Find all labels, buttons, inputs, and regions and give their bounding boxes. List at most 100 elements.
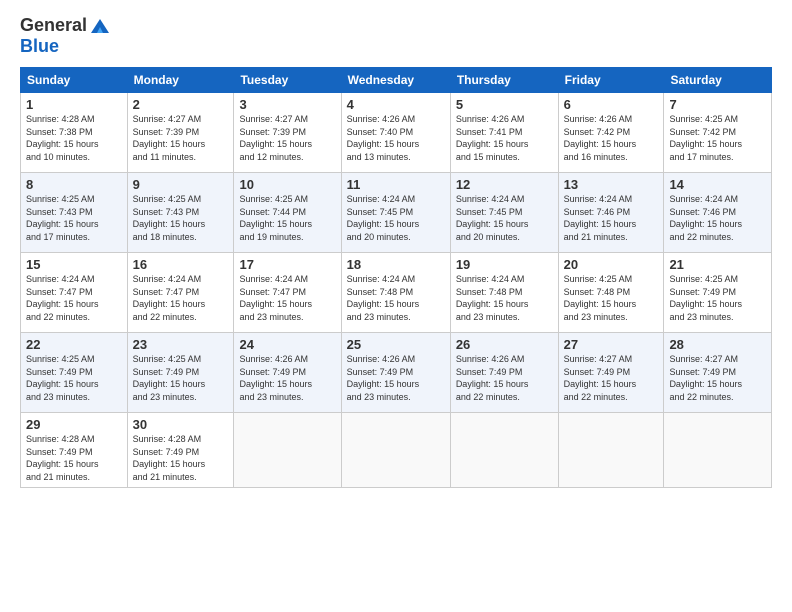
- calendar-header-sunday: Sunday: [21, 68, 128, 93]
- calendar-header-row: SundayMondayTuesdayWednesdayThursdayFrid…: [21, 68, 772, 93]
- calendar-cell: 19Sunrise: 4:24 AM Sunset: 7:48 PM Dayli…: [450, 253, 558, 333]
- calendar-cell: [558, 413, 664, 488]
- logo-icon: [89, 15, 111, 37]
- calendar-cell: 27Sunrise: 4:27 AM Sunset: 7:49 PM Dayli…: [558, 333, 664, 413]
- calendar-cell: 21Sunrise: 4:25 AM Sunset: 7:49 PM Dayli…: [664, 253, 772, 333]
- day-info: Sunrise: 4:26 AM Sunset: 7:49 PM Dayligh…: [239, 353, 335, 403]
- day-number: 25: [347, 337, 445, 352]
- day-info: Sunrise: 4:25 AM Sunset: 7:49 PM Dayligh…: [26, 353, 122, 403]
- day-number: 30: [133, 417, 229, 432]
- calendar-table: SundayMondayTuesdayWednesdayThursdayFrid…: [20, 67, 772, 488]
- calendar-cell: 15Sunrise: 4:24 AM Sunset: 7:47 PM Dayli…: [21, 253, 128, 333]
- day-info: Sunrise: 4:26 AM Sunset: 7:41 PM Dayligh…: [456, 113, 553, 163]
- day-info: Sunrise: 4:26 AM Sunset: 7:42 PM Dayligh…: [564, 113, 659, 163]
- day-number: 15: [26, 257, 122, 272]
- day-info: Sunrise: 4:26 AM Sunset: 7:49 PM Dayligh…: [347, 353, 445, 403]
- calendar-cell: [341, 413, 450, 488]
- calendar-week-row: 22Sunrise: 4:25 AM Sunset: 7:49 PM Dayli…: [21, 333, 772, 413]
- day-info: Sunrise: 4:24 AM Sunset: 7:46 PM Dayligh…: [564, 193, 659, 243]
- day-number: 2: [133, 97, 229, 112]
- calendar-cell: 1Sunrise: 4:28 AM Sunset: 7:38 PM Daylig…: [21, 93, 128, 173]
- day-info: Sunrise: 4:26 AM Sunset: 7:40 PM Dayligh…: [347, 113, 445, 163]
- calendar-cell: [234, 413, 341, 488]
- calendar-header-tuesday: Tuesday: [234, 68, 341, 93]
- day-number: 8: [26, 177, 122, 192]
- calendar-cell: 13Sunrise: 4:24 AM Sunset: 7:46 PM Dayli…: [558, 173, 664, 253]
- day-number: 22: [26, 337, 122, 352]
- calendar-cell: 8Sunrise: 4:25 AM Sunset: 7:43 PM Daylig…: [21, 173, 128, 253]
- day-number: 13: [564, 177, 659, 192]
- calendar-cell: 14Sunrise: 4:24 AM Sunset: 7:46 PM Dayli…: [664, 173, 772, 253]
- day-number: 29: [26, 417, 122, 432]
- calendar-header-monday: Monday: [127, 68, 234, 93]
- day-number: 16: [133, 257, 229, 272]
- calendar-header-thursday: Thursday: [450, 68, 558, 93]
- day-number: 28: [669, 337, 766, 352]
- day-info: Sunrise: 4:25 AM Sunset: 7:43 PM Dayligh…: [133, 193, 229, 243]
- calendar-cell: 16Sunrise: 4:24 AM Sunset: 7:47 PM Dayli…: [127, 253, 234, 333]
- day-number: 3: [239, 97, 335, 112]
- calendar-header-wednesday: Wednesday: [341, 68, 450, 93]
- day-number: 19: [456, 257, 553, 272]
- calendar-header-saturday: Saturday: [664, 68, 772, 93]
- day-info: Sunrise: 4:24 AM Sunset: 7:47 PM Dayligh…: [239, 273, 335, 323]
- day-info: Sunrise: 4:25 AM Sunset: 7:44 PM Dayligh…: [239, 193, 335, 243]
- day-info: Sunrise: 4:27 AM Sunset: 7:39 PM Dayligh…: [239, 113, 335, 163]
- calendar-cell: 17Sunrise: 4:24 AM Sunset: 7:47 PM Dayli…: [234, 253, 341, 333]
- day-number: 23: [133, 337, 229, 352]
- day-info: Sunrise: 4:24 AM Sunset: 7:47 PM Dayligh…: [133, 273, 229, 323]
- day-number: 9: [133, 177, 229, 192]
- calendar-cell: 7Sunrise: 4:25 AM Sunset: 7:42 PM Daylig…: [664, 93, 772, 173]
- day-info: Sunrise: 4:24 AM Sunset: 7:48 PM Dayligh…: [456, 273, 553, 323]
- calendar-week-row: 1Sunrise: 4:28 AM Sunset: 7:38 PM Daylig…: [21, 93, 772, 173]
- calendar-cell: 25Sunrise: 4:26 AM Sunset: 7:49 PM Dayli…: [341, 333, 450, 413]
- day-info: Sunrise: 4:27 AM Sunset: 7:49 PM Dayligh…: [669, 353, 766, 403]
- page: General Blue SundayMondayTuesdayWednesda…: [0, 0, 792, 503]
- day-number: 18: [347, 257, 445, 272]
- calendar-cell: 24Sunrise: 4:26 AM Sunset: 7:49 PM Dayli…: [234, 333, 341, 413]
- day-number: 1: [26, 97, 122, 112]
- day-info: Sunrise: 4:26 AM Sunset: 7:49 PM Dayligh…: [456, 353, 553, 403]
- calendar-cell: 23Sunrise: 4:25 AM Sunset: 7:49 PM Dayli…: [127, 333, 234, 413]
- logo-blue: Blue: [20, 36, 59, 56]
- header: General Blue: [20, 15, 772, 57]
- calendar-body: 1Sunrise: 4:28 AM Sunset: 7:38 PM Daylig…: [21, 93, 772, 488]
- day-info: Sunrise: 4:28 AM Sunset: 7:49 PM Dayligh…: [133, 433, 229, 483]
- day-number: 21: [669, 257, 766, 272]
- day-number: 14: [669, 177, 766, 192]
- day-number: 7: [669, 97, 766, 112]
- day-number: 24: [239, 337, 335, 352]
- logo-general: General: [20, 16, 87, 36]
- calendar-cell: 10Sunrise: 4:25 AM Sunset: 7:44 PM Dayli…: [234, 173, 341, 253]
- day-info: Sunrise: 4:24 AM Sunset: 7:48 PM Dayligh…: [347, 273, 445, 323]
- day-number: 20: [564, 257, 659, 272]
- day-info: Sunrise: 4:28 AM Sunset: 7:49 PM Dayligh…: [26, 433, 122, 483]
- calendar-cell: 2Sunrise: 4:27 AM Sunset: 7:39 PM Daylig…: [127, 93, 234, 173]
- day-info: Sunrise: 4:25 AM Sunset: 7:42 PM Dayligh…: [669, 113, 766, 163]
- calendar-cell: 5Sunrise: 4:26 AM Sunset: 7:41 PM Daylig…: [450, 93, 558, 173]
- day-info: Sunrise: 4:24 AM Sunset: 7:45 PM Dayligh…: [456, 193, 553, 243]
- calendar-cell: 29Sunrise: 4:28 AM Sunset: 7:49 PM Dayli…: [21, 413, 128, 488]
- calendar-cell: [450, 413, 558, 488]
- day-info: Sunrise: 4:25 AM Sunset: 7:49 PM Dayligh…: [669, 273, 766, 323]
- calendar-cell: 6Sunrise: 4:26 AM Sunset: 7:42 PM Daylig…: [558, 93, 664, 173]
- day-number: 5: [456, 97, 553, 112]
- calendar-week-row: 29Sunrise: 4:28 AM Sunset: 7:49 PM Dayli…: [21, 413, 772, 488]
- day-number: 11: [347, 177, 445, 192]
- day-number: 26: [456, 337, 553, 352]
- day-info: Sunrise: 4:24 AM Sunset: 7:46 PM Dayligh…: [669, 193, 766, 243]
- calendar-cell: [664, 413, 772, 488]
- calendar-cell: 30Sunrise: 4:28 AM Sunset: 7:49 PM Dayli…: [127, 413, 234, 488]
- day-number: 17: [239, 257, 335, 272]
- calendar-week-row: 8 Sunrise: 4:25 AM Sunset: 7:43 PM Daylig…: [21, 173, 772, 253]
- calendar-cell: 22Sunrise: 4:25 AM Sunset: 7:49 PM Dayli…: [21, 333, 128, 413]
- day-number: 27: [564, 337, 659, 352]
- day-number: 4: [347, 97, 445, 112]
- logo: General Blue: [20, 15, 111, 57]
- day-number: 10: [239, 177, 335, 192]
- day-info: Sunrise: 4:25 AM Sunset: 7:49 PM Dayligh…: [133, 353, 229, 403]
- calendar-cell: 4Sunrise: 4:26 AM Sunset: 7:40 PM Daylig…: [341, 93, 450, 173]
- day-info: Sunrise: 4:27 AM Sunset: 7:39 PM Dayligh…: [133, 113, 229, 163]
- calendar-cell: 9Sunrise: 4:25 AM Sunset: 7:43 PM Daylig…: [127, 173, 234, 253]
- calendar-cell: 3Sunrise: 4:27 AM Sunset: 7:39 PM Daylig…: [234, 93, 341, 173]
